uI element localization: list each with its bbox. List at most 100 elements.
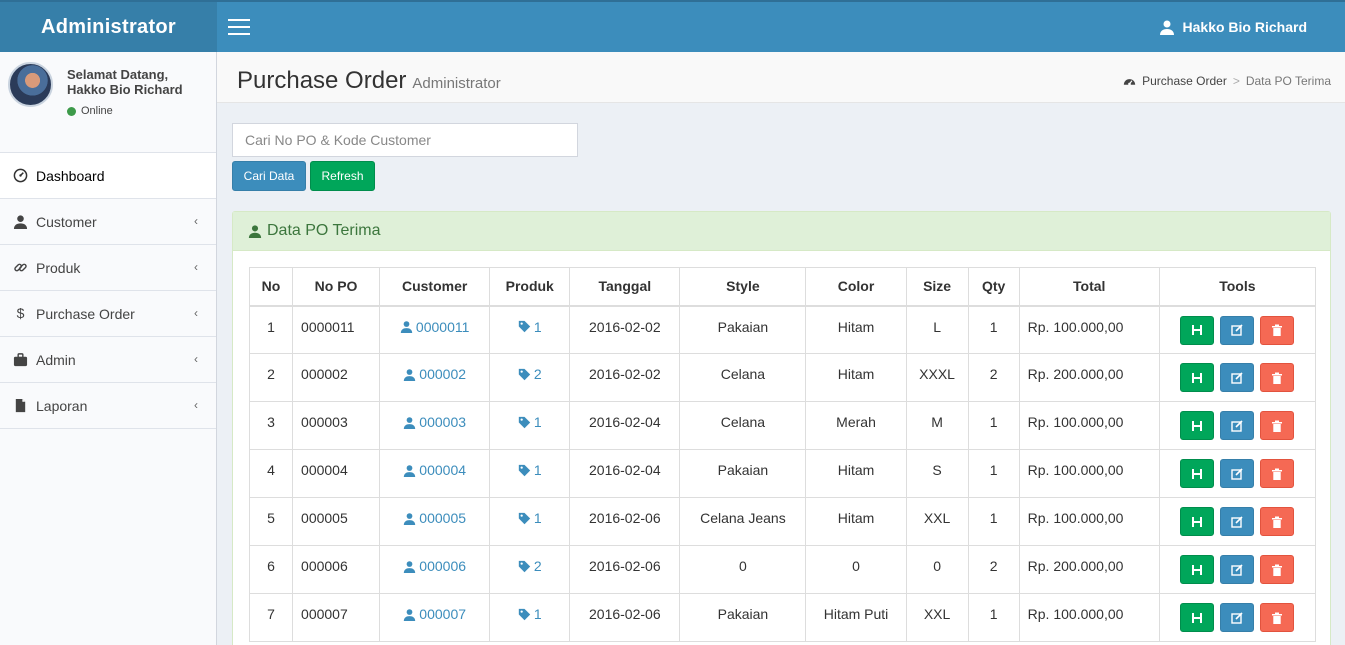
cell-qty: 2 — [967, 545, 1020, 594]
cell-style: Pakaian — [679, 449, 807, 498]
produk-link[interactable]: 2 — [518, 558, 542, 574]
table-row: 7 000007 000007 1 2016-02-06 Pakaian Hitam Put… — [248, 593, 1317, 642]
delete-button[interactable] — [1260, 459, 1295, 488]
produk-link-text: 1 — [533, 510, 542, 526]
refresh-button[interactable]: Refresh — [310, 161, 375, 191]
cell-tanggal: 2016-02-06 — [569, 497, 681, 546]
box-header: Data PO Terima — [233, 212, 1330, 251]
produk-link[interactable]: 2 — [518, 366, 542, 382]
chevron-left-icon: ‹ — [194, 398, 198, 412]
sidebar-item-admin[interactable]: Admin ‹ — [0, 337, 216, 383]
search-input[interactable] — [232, 123, 578, 157]
column-header-no: No — [248, 267, 294, 307]
produk-link[interactable]: 1 — [518, 462, 542, 478]
cell-no: 7 — [248, 593, 294, 642]
edit-button[interactable] — [1220, 315, 1255, 345]
breadcrumb-separator: > — [1232, 74, 1240, 88]
cell-customer: 000005 — [379, 497, 491, 546]
cell-color: Hitam — [805, 305, 907, 354]
customer-link-text: 000003 — [419, 414, 467, 430]
cell-no-po: 000007 — [292, 593, 381, 642]
cell-no: 6 — [248, 545, 294, 594]
cell-color: Hitam — [805, 497, 907, 546]
delete-button[interactable] — [1260, 315, 1295, 345]
sidebar-item-label: Dashboard — [36, 167, 105, 184]
cell-customer: 000007 — [379, 593, 491, 642]
save-button[interactable] — [1180, 315, 1215, 345]
delete-button[interactable] — [1260, 603, 1295, 632]
save-button[interactable] — [1180, 363, 1215, 392]
produk-link[interactable]: 1 — [518, 319, 542, 335]
cell-total: Rp. 100.000,00 — [1018, 449, 1160, 498]
customer-link-text: 000007 — [419, 606, 467, 622]
customer-link[interactable]: 000002 — [403, 366, 466, 382]
delete-button[interactable] — [1260, 555, 1295, 584]
customer-link[interactable]: 000007 — [403, 606, 466, 622]
column-header-customer: Customer — [379, 267, 491, 307]
row-tools — [1160, 507, 1315, 536]
delete-button[interactable] — [1260, 363, 1295, 392]
cell-tools — [1158, 401, 1317, 450]
cell-style: Pakaian — [679, 305, 807, 354]
edit-button[interactable] — [1220, 459, 1255, 488]
cell-size: S — [905, 449, 969, 498]
user-menu[interactable]: Hakko Bio Richard — [1159, 2, 1307, 52]
sidebar-item-dashboard[interactable]: Dashboard — [0, 153, 216, 199]
trash-icon — [1271, 564, 1283, 576]
save-button[interactable] — [1180, 459, 1215, 488]
produk-link[interactable]: 1 — [518, 414, 542, 430]
breadcrumb-item-purchase-order[interactable]: Purchase Order — [1142, 74, 1227, 88]
save-button[interactable] — [1180, 411, 1215, 440]
customer-link[interactable]: 0000011 — [400, 319, 469, 335]
menu-toggle-icon[interactable] — [228, 19, 250, 35]
edit-button[interactable] — [1220, 603, 1255, 632]
cell-style: Celana — [679, 353, 807, 402]
table-row: 5 000005 000005 1 2016-02-06 Celana Jeans Hita… — [248, 497, 1317, 546]
cell-tools — [1158, 353, 1317, 402]
tag-icon — [518, 416, 531, 428]
search-button[interactable]: Cari Data — [232, 161, 306, 191]
save-button[interactable] — [1180, 507, 1215, 536]
cell-produk: 2 — [489, 545, 571, 594]
save-button[interactable] — [1180, 555, 1215, 584]
sidebar-item-purchase-order[interactable]: $ Purchase Order ‹ — [0, 291, 216, 337]
edit-button[interactable] — [1220, 363, 1255, 392]
delete-button[interactable] — [1260, 507, 1295, 536]
produk-link[interactable]: 1 — [518, 510, 542, 526]
dashboard-icon — [1123, 78, 1136, 85]
row-tools — [1160, 555, 1315, 584]
cell-qty: 1 — [967, 593, 1020, 642]
sidebar-menu: Dashboard Customer ‹ Produk ‹ $ Purchase Order… — [0, 153, 216, 429]
user-panel: Selamat Datang, Hakko Bio Richard Online — [0, 52, 216, 153]
tag-icon — [518, 368, 531, 380]
table-row: 6 000006 000006 2 2016-02-06 0 0 0 2 Rp. 200.000,… — [248, 545, 1317, 594]
tag-icon — [518, 560, 531, 572]
cell-customer: 000004 — [379, 449, 491, 498]
customer-link[interactable]: 000003 — [403, 414, 466, 430]
edit-button[interactable] — [1220, 411, 1255, 440]
customer-link[interactable]: 000005 — [403, 510, 466, 526]
app-logo[interactable]: Administrator — [0, 2, 217, 52]
produk-link[interactable]: 1 — [518, 606, 542, 622]
row-tools — [1160, 315, 1315, 345]
delete-button[interactable] — [1260, 411, 1295, 440]
sidebar-item-produk[interactable]: Produk ‹ — [0, 245, 216, 291]
sidebar-item-laporan[interactable]: Laporan ‹ — [0, 383, 216, 429]
cell-color: Hitam Puti — [805, 593, 907, 642]
save-button[interactable] — [1180, 603, 1215, 632]
user-icon — [404, 464, 416, 477]
customer-link[interactable]: 000004 — [403, 462, 466, 478]
sidebar-item-customer[interactable]: Customer ‹ — [0, 199, 216, 245]
edit-button[interactable] — [1220, 507, 1255, 536]
column-header-qty: Qty — [967, 267, 1020, 307]
cell-customer: 0000011 — [379, 305, 491, 354]
cell-size: XXL — [905, 497, 969, 546]
table-body: 1 0000011 0000011 1 2016-02-02 Pakaian Hitam L 1… — [248, 305, 1317, 642]
cell-tools — [1158, 545, 1317, 594]
trash-icon — [1271, 372, 1283, 384]
edit-button[interactable] — [1220, 555, 1255, 584]
edit-icon — [1231, 467, 1243, 480]
customer-link[interactable]: 000006 — [403, 558, 466, 574]
cell-size: L — [905, 305, 969, 354]
cell-tools — [1158, 497, 1317, 546]
